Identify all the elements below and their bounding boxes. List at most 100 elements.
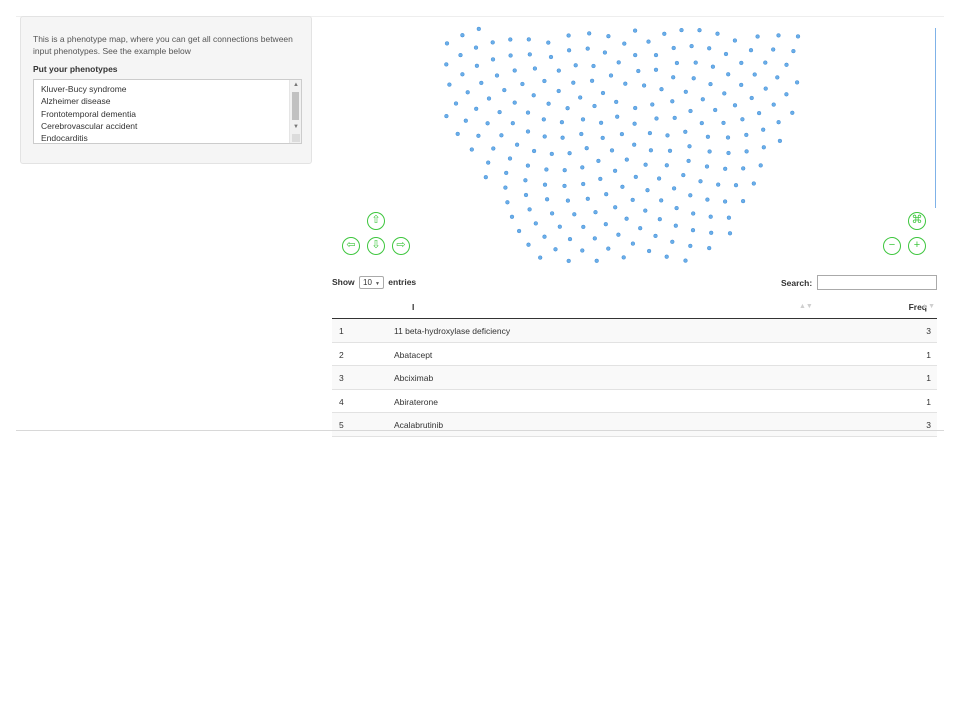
network-node[interactable] (632, 121, 637, 126)
network-node[interactable] (623, 81, 628, 86)
network-node[interactable] (571, 80, 576, 85)
network-node[interactable] (646, 39, 651, 44)
network-node[interactable] (707, 246, 712, 251)
network-node[interactable] (606, 34, 611, 39)
network-node[interactable] (567, 151, 572, 156)
network-node[interactable] (662, 31, 667, 36)
network-node[interactable] (616, 60, 621, 65)
network-node[interactable] (592, 236, 597, 241)
network-node[interactable] (722, 91, 727, 96)
network-node[interactable] (723, 51, 729, 57)
network-node[interactable] (642, 83, 647, 88)
network-node[interactable] (503, 185, 508, 190)
network-node[interactable] (578, 95, 583, 100)
network-node[interactable] (557, 224, 562, 229)
network-node[interactable] (732, 38, 737, 43)
network-node[interactable] (670, 239, 675, 244)
network-node[interactable] (486, 160, 491, 165)
network-node[interactable] (546, 101, 551, 106)
network-node[interactable] (672, 115, 677, 120)
network-node[interactable] (645, 188, 650, 193)
network-node[interactable] (664, 163, 669, 168)
network-node[interactable] (741, 199, 746, 204)
network-node[interactable] (499, 133, 504, 138)
network-node[interactable] (613, 205, 618, 210)
network-node[interactable] (476, 133, 481, 138)
network-node[interactable] (585, 196, 590, 201)
network-node[interactable] (600, 90, 606, 96)
network-node[interactable] (732, 103, 738, 108)
network-node[interactable] (672, 186, 677, 191)
network-node[interactable] (542, 234, 547, 239)
network-node[interactable] (508, 53, 513, 58)
network-node[interactable] (700, 97, 705, 102)
network-node[interactable] (704, 164, 710, 169)
zoom-out-button[interactable]: − (883, 237, 901, 255)
network-node[interactable] (624, 157, 629, 162)
network-node[interactable] (580, 165, 585, 170)
network-node[interactable] (444, 41, 450, 46)
network-node[interactable] (771, 47, 776, 52)
network-canvas[interactable] (331, 26, 937, 264)
network-node[interactable] (657, 217, 662, 222)
network-node[interactable] (648, 148, 653, 153)
phenotype-network[interactable] (331, 26, 937, 264)
sort-icon[interactable]: ▲▼ (921, 303, 935, 310)
network-node[interactable] (590, 78, 595, 83)
network-node[interactable] (447, 82, 452, 87)
network-node[interactable] (460, 33, 465, 38)
network-node[interactable] (758, 163, 763, 168)
network-node[interactable] (585, 46, 590, 51)
network-node[interactable] (755, 34, 760, 39)
network-node[interactable] (520, 81, 525, 87)
network-node[interactable] (490, 57, 496, 62)
network-node[interactable] (598, 176, 603, 181)
network-node[interactable] (713, 107, 718, 113)
network-node[interactable] (763, 86, 768, 91)
network-node[interactable] (777, 138, 782, 143)
network-node[interactable] (740, 117, 745, 122)
network-node[interactable] (542, 134, 547, 139)
network-node[interactable] (690, 228, 696, 233)
network-node[interactable] (710, 64, 715, 69)
network-node[interactable] (581, 224, 586, 229)
network-node[interactable] (566, 258, 571, 263)
network-node[interactable] (523, 192, 529, 198)
network-node[interactable] (659, 198, 664, 203)
network-node[interactable] (474, 63, 479, 68)
network-node[interactable] (545, 197, 550, 202)
network-node[interactable] (527, 207, 532, 212)
network-node[interactable] (553, 247, 558, 252)
network-node[interactable] (671, 45, 676, 51)
network-node[interactable] (476, 26, 481, 32)
network-node[interactable] (565, 106, 570, 111)
network-node[interactable] (790, 110, 795, 115)
scrollbar-thumb[interactable] (292, 92, 299, 120)
network-node[interactable] (486, 96, 492, 101)
network-node[interactable] (606, 246, 611, 251)
network-node[interactable] (512, 100, 517, 105)
network-node[interactable] (643, 162, 648, 167)
network-node[interactable] (532, 148, 537, 154)
network-node[interactable] (599, 120, 604, 125)
network-node[interactable] (771, 102, 776, 107)
zoom-in-button[interactable]: + (908, 237, 926, 255)
network-node[interactable] (455, 131, 460, 136)
network-node[interactable] (579, 131, 584, 137)
network-node[interactable] (526, 242, 531, 247)
network-node[interactable] (795, 34, 801, 39)
network-node[interactable] (608, 73, 614, 78)
network-node[interactable] (687, 144, 692, 149)
network-node[interactable] (683, 89, 688, 94)
network-node[interactable] (613, 168, 618, 173)
network-node[interactable] (505, 200, 510, 205)
network-node[interactable] (657, 176, 662, 181)
network-node[interactable] (614, 99, 619, 104)
network-node[interactable] (673, 223, 678, 228)
network-node[interactable] (525, 110, 531, 115)
network-node[interactable] (709, 230, 714, 235)
network-node[interactable] (507, 156, 513, 161)
network-node[interactable] (592, 103, 597, 109)
network-node[interactable] (683, 129, 688, 134)
network-node[interactable] (474, 106, 479, 111)
